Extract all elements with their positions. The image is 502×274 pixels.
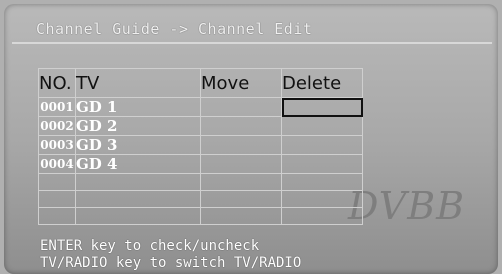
channel-number: 0003 — [38, 135, 76, 155]
delete-cell[interactable] — [281, 135, 363, 155]
move-cell[interactable] — [200, 116, 282, 136]
table-row-empty — [38, 207, 363, 225]
channel-number — [38, 190, 76, 208]
column-header-tv: TV — [75, 68, 201, 98]
column-header-delete: Delete — [281, 68, 363, 98]
move-cell — [200, 190, 282, 208]
title-divider — [12, 42, 492, 44]
column-header-no: NO. — [38, 68, 76, 98]
move-cell[interactable] — [200, 97, 282, 117]
channel-name — [75, 207, 201, 225]
table-header-row: NO. TV Move Delete — [38, 68, 363, 98]
page-title: Channel Guide -> Channel Edit — [36, 20, 313, 38]
table-row[interactable]: 0003 GD 3 — [38, 135, 363, 155]
move-cell — [200, 207, 282, 225]
delete-cell — [281, 173, 363, 191]
move-cell[interactable] — [200, 135, 282, 155]
table-row[interactable]: 0001 GD 1 — [38, 97, 363, 117]
table-row[interactable]: 0002 GD 2 — [38, 116, 363, 136]
channel-number — [38, 207, 76, 225]
channel-edit-panel: Channel Guide -> Channel Edit DVBB NO. T… — [4, 4, 498, 274]
channel-name: GD 2 — [75, 116, 201, 136]
dvb-logo-watermark: DVBB — [348, 184, 466, 228]
channel-name: GD 3 — [75, 135, 201, 155]
channel-number — [38, 173, 76, 191]
move-cell[interactable] — [200, 154, 282, 174]
delete-cell[interactable] — [281, 116, 363, 136]
move-cell — [200, 173, 282, 191]
channel-number: 0002 — [38, 116, 76, 136]
help-line-check: ENTER key to check/uncheck — [40, 238, 260, 254]
delete-cell — [281, 190, 363, 208]
column-header-move: Move — [200, 68, 282, 98]
delete-cell[interactable] — [281, 154, 363, 174]
help-line-switch: TV/RADIO key to switch TV/RADIO — [40, 255, 302, 271]
channel-name — [75, 173, 201, 191]
table-row[interactable]: 0004 GD 4 — [38, 154, 363, 174]
help-text: ENTER key to check/uncheck TV/RADIO key … — [40, 238, 301, 272]
channel-name: GD 1 — [75, 97, 201, 117]
channel-number: 0001 — [38, 97, 76, 117]
delete-cell — [281, 207, 363, 225]
channel-table: NO. TV Move Delete 0001 GD 1 0002 GD 2 0… — [38, 68, 363, 225]
table-row-empty — [38, 173, 363, 191]
delete-cell-selected[interactable] — [281, 97, 363, 117]
table-row-empty — [38, 190, 363, 208]
channel-name: GD 4 — [75, 154, 201, 174]
channel-name — [75, 190, 201, 208]
channel-number: 0004 — [38, 154, 76, 174]
